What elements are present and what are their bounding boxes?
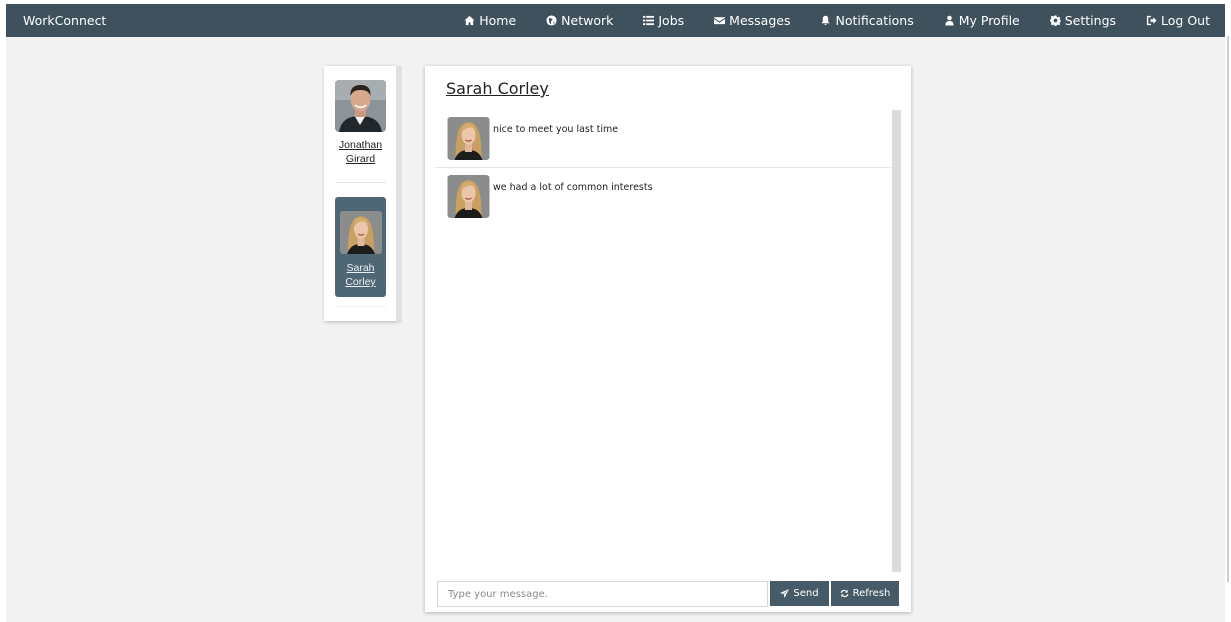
user-icon [945, 15, 954, 26]
nav-notifications[interactable]: Notifications [805, 4, 928, 37]
avatar [335, 80, 386, 132]
contact-divider [335, 182, 386, 183]
message-item: we had a lot of common interests [435, 167, 891, 224]
nav-log-out[interactable]: Log Out [1131, 4, 1225, 37]
message-item: nice to meet you last time [435, 110, 891, 167]
messages-scrollbar[interactable] [892, 110, 901, 572]
nav-home[interactable]: Home [449, 4, 531, 37]
send-button-label: Send [793, 588, 819, 599]
refresh-button[interactable]: Refresh [831, 581, 899, 606]
avatar [447, 117, 490, 160]
contacts-panel: Jonathan Girard Sarah Corley [324, 66, 402, 323]
send-button[interactable]: Send [770, 581, 829, 606]
contact-name[interactable]: Sarah Corley [335, 261, 386, 289]
contact-sarah-corley[interactable]: Sarah Corley [335, 197, 386, 297]
nav-settings-label: Settings [1064, 13, 1117, 28]
message-input[interactable] [437, 581, 768, 607]
nav-jobs[interactable]: Jobs [628, 4, 699, 37]
contact-name[interactable]: Jonathan Girard [335, 138, 386, 166]
list-icon [643, 15, 655, 26]
avatar-female-image [447, 175, 490, 218]
nav-menu: Home Network Jobs Messages Notifications… [449, 4, 1225, 37]
nav-notifications-label: Notifications [835, 13, 914, 28]
nav-network[interactable]: Network [531, 4, 628, 37]
message-composer: Send Refresh [437, 581, 899, 607]
gear-icon [1049, 15, 1061, 26]
bell-icon [821, 15, 831, 25]
nav-network-label: Network [561, 13, 614, 28]
avatar-female-image [339, 211, 382, 254]
chat-panel: Sarah Corley nice to meet you last time [425, 66, 911, 612]
nav-my-profile-label: My Profile [958, 13, 1020, 28]
logout-icon [1146, 15, 1157, 26]
nav-log-out-label: Log Out [1161, 13, 1210, 28]
refresh-icon [840, 589, 849, 598]
nav-my-profile[interactable]: My Profile [929, 4, 1035, 37]
avatar [339, 211, 382, 254]
window-scrollbar[interactable] [1227, 36, 1229, 582]
nav-jobs-label: Jobs [658, 13, 685, 28]
send-icon [780, 589, 790, 598]
nav-home-label: Home [479, 13, 517, 28]
message-text: we had a lot of common interests [493, 182, 653, 193]
home-icon [464, 15, 475, 26]
contact-jonathan-girard[interactable]: Jonathan Girard [335, 80, 386, 166]
envelope-icon [714, 17, 726, 25]
avatar-female-image [447, 117, 490, 160]
conversation-title[interactable]: Sarah Corley [446, 79, 549, 98]
top-navbar: WorkConnect Home Network Jobs Messages N… [6, 4, 1225, 37]
message-text: nice to meet you last time [493, 124, 619, 135]
page: WorkConnect Home Network Jobs Messages N… [6, 4, 1225, 622]
nav-settings[interactable]: Settings [1035, 4, 1131, 37]
refresh-button-label: Refresh [852, 588, 891, 599]
globe-icon [546, 15, 557, 26]
nav-messages[interactable]: Messages [699, 4, 805, 37]
contact-divider [335, 306, 386, 307]
avatar [447, 175, 490, 218]
brand-link[interactable]: WorkConnect [23, 4, 106, 37]
nav-messages-label: Messages [729, 13, 791, 28]
avatar-male-image [335, 80, 386, 132]
contacts-scrollbar[interactable] [396, 66, 402, 323]
message-list: nice to meet you last time we had a lot … [435, 110, 891, 572]
